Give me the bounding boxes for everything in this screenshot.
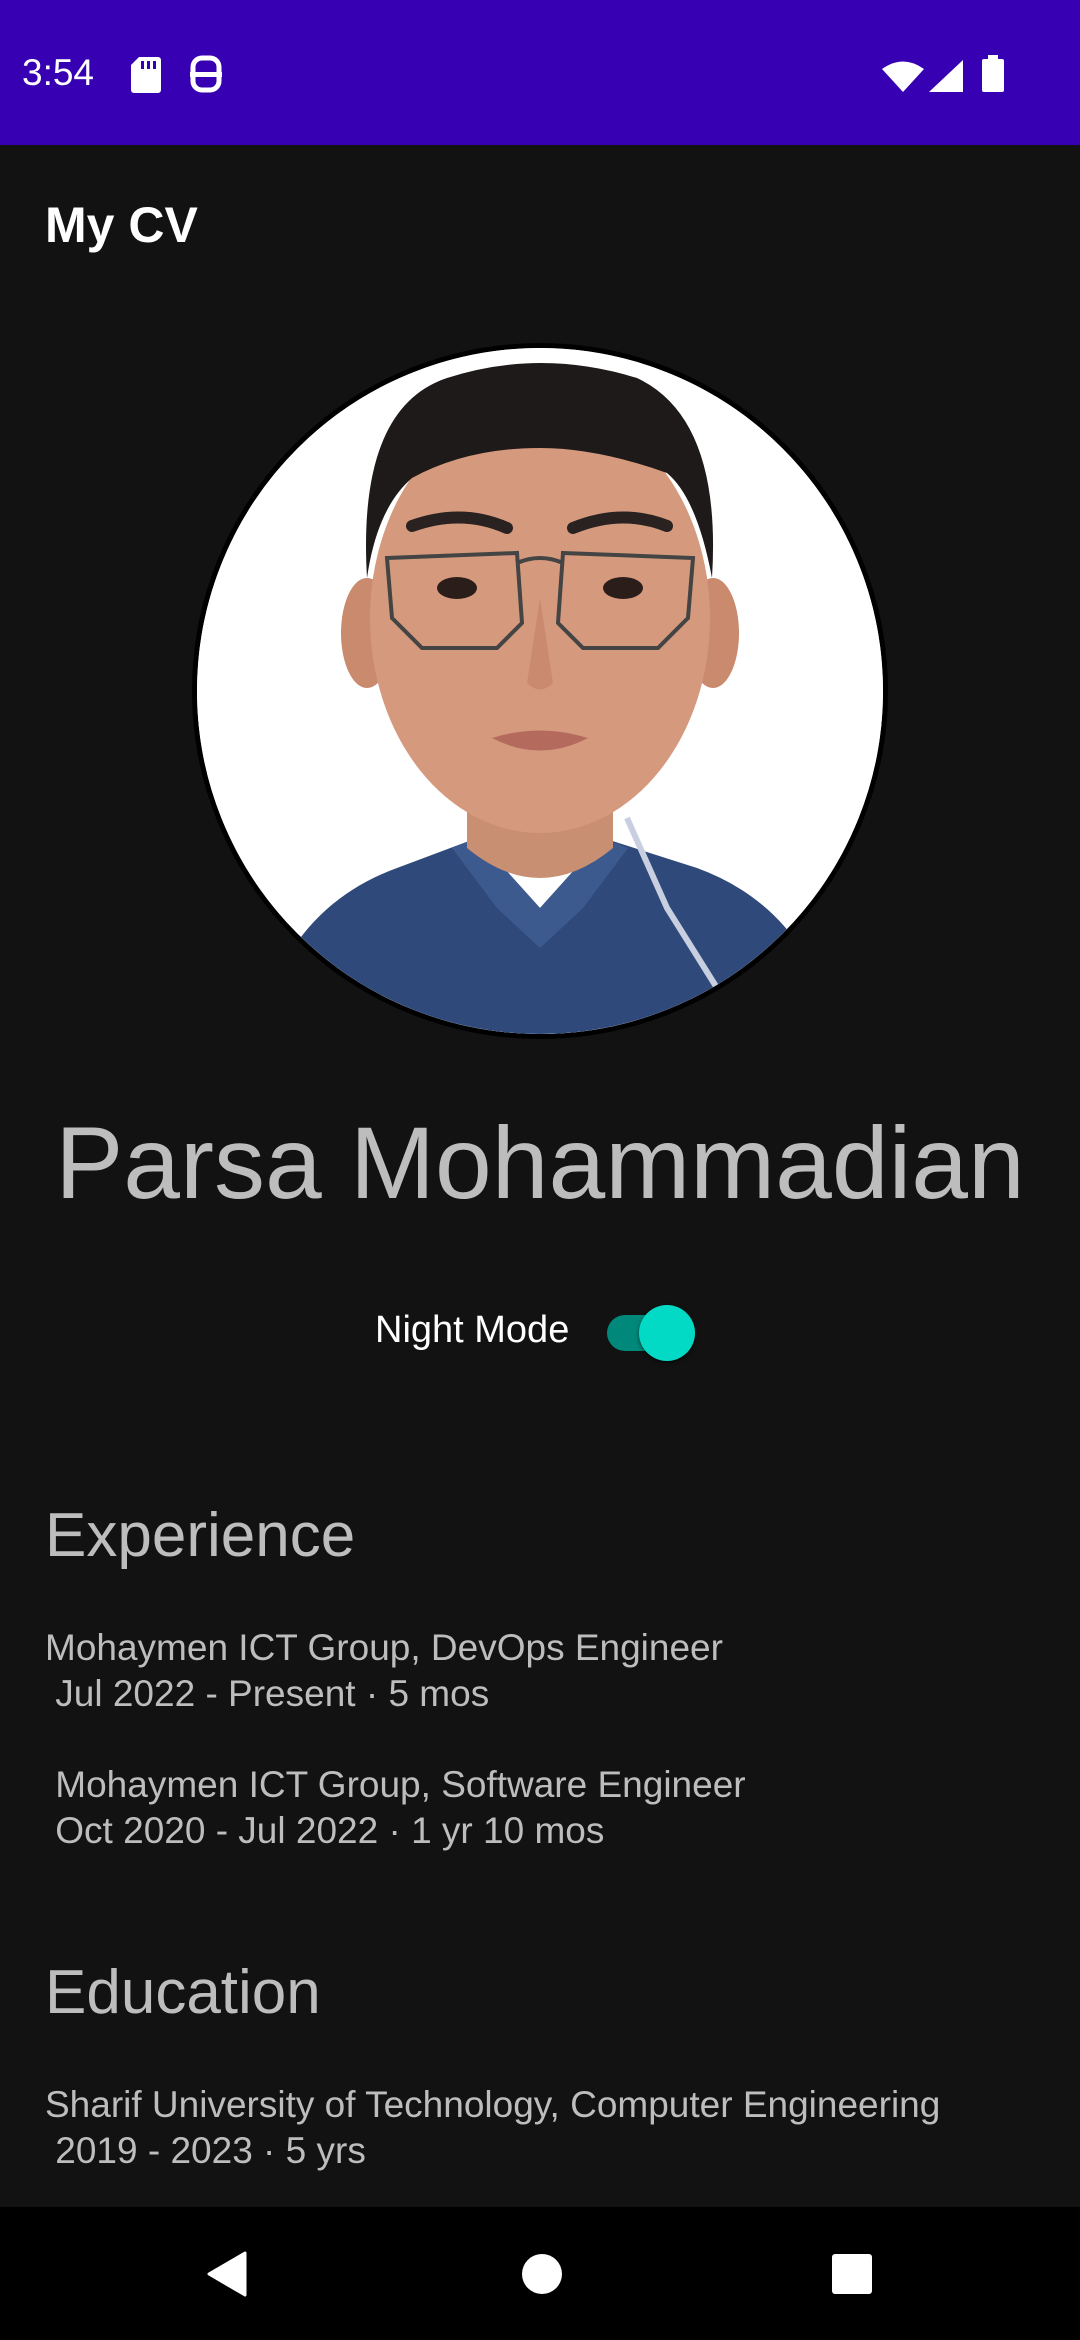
recents-button[interactable] bbox=[790, 2207, 910, 2340]
education-entry-title: Sharif University of Technology, Compute… bbox=[45, 2084, 941, 2125]
person-name: Parsa Mohammadian bbox=[55, 1106, 1025, 1220]
night-mode-switch[interactable] bbox=[607, 1303, 697, 1363]
screen: 3:54 My CV Parsa Mohammadian Night Mode … bbox=[0, 0, 1080, 2340]
experience-heading: Experience bbox=[45, 1501, 356, 1570]
signal-icon bbox=[929, 60, 963, 97]
back-button[interactable] bbox=[165, 2207, 285, 2340]
status-time: 3:54 bbox=[22, 52, 95, 93]
education-heading: Education bbox=[45, 1958, 321, 2027]
experience-entry-period: Oct 2020 - Jul 2022 · 1 yr 10 mos bbox=[45, 1810, 605, 1851]
app-title: My CV bbox=[45, 197, 198, 253]
home-icon bbox=[522, 2254, 562, 2294]
battery-icon bbox=[982, 55, 1004, 97]
back-icon bbox=[207, 2251, 247, 2297]
night-mode-label: Night Mode bbox=[375, 1309, 570, 1351]
experience-entry-title: Mohaymen ICT Group, Software Engineer bbox=[45, 1764, 746, 1805]
status-bar: 3:54 bbox=[0, 0, 1080, 145]
experience-entry-title: Mohaymen ICT Group, DevOps Engineer bbox=[45, 1627, 723, 1668]
profile-photo bbox=[192, 343, 888, 1039]
navigation-bar bbox=[0, 2207, 1080, 2340]
recents-icon bbox=[832, 2254, 872, 2294]
sd-card-icon bbox=[131, 57, 161, 98]
education-entry-period: 2019 - 2023 · 5 yrs bbox=[45, 2130, 366, 2171]
assistant-icon bbox=[190, 55, 222, 98]
wifi-icon bbox=[882, 60, 924, 97]
switch-thumb bbox=[639, 1305, 695, 1361]
night-mode-row: Night Mode bbox=[375, 1303, 715, 1363]
experience-entry-period: Jul 2022 - Present · 5 mos bbox=[45, 1673, 490, 1714]
home-button[interactable] bbox=[480, 2207, 600, 2340]
